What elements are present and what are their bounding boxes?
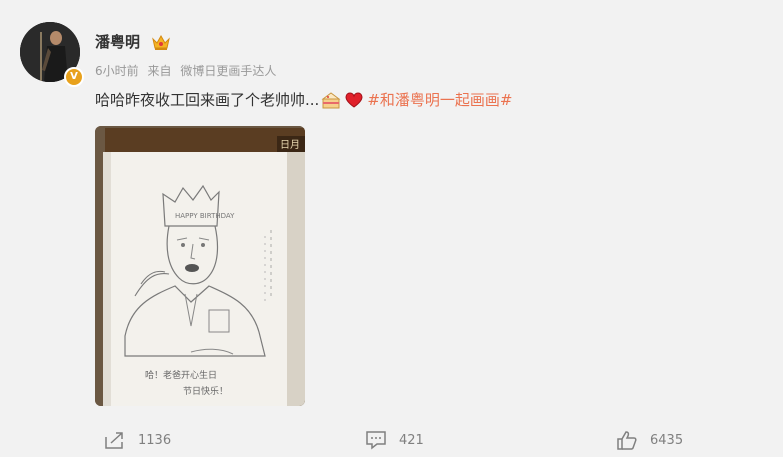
comment-count: 421 [399, 432, 424, 448]
like-button[interactable]: 6435 [616, 430, 683, 450]
sketch-caption-2: 节日快乐！ [183, 385, 228, 397]
post-body: 哈哈昨夜收工回来画了个老帅帅... [95, 91, 320, 109]
post-meta: 6小时前 来自 微博日更画手达人 [95, 62, 281, 79]
sketch-caption-1: 哈！老爸开心生日 [145, 369, 217, 381]
source-name[interactable]: 微博日更画手达人 [180, 64, 276, 78]
hashtag-link[interactable]: #和潘粤明一起画画# [367, 89, 512, 110]
thumbs-up-icon [617, 431, 637, 450]
repost-button[interactable]: 1136 [104, 430, 171, 450]
cake-icon [321, 91, 341, 108]
post-time[interactable]: 6小时前 [95, 64, 139, 78]
like-count: 6435 [650, 432, 684, 448]
author-name[interactable]: 潘粤明 [95, 31, 140, 52]
heart-icon [345, 91, 363, 108]
post-image[interactable]: 日月 HAPPY BIRTHDAY 哈！老爸开心生日 节日快乐！ [95, 126, 305, 406]
comment-icon [366, 431, 386, 450]
sketch-photo: 日月 HAPPY BIRTHDAY 哈！老爸开心生日 节日快乐！ [95, 126, 305, 406]
verified-badge-icon: V [64, 67, 84, 87]
repost-icon [105, 432, 123, 449]
svg-text:HAPPY BIRTHDAY: HAPPY BIRTHDAY [175, 212, 235, 220]
comment-button[interactable]: 421 [365, 430, 424, 450]
repost-count: 1136 [138, 432, 172, 448]
post-text: 哈哈昨夜收工回来画了个老帅帅... #和潘粤明一起画画# [95, 89, 512, 110]
notebook-label: 日月 [280, 139, 300, 151]
source-prefix: 来自 [147, 64, 172, 78]
crown-icon[interactable] [151, 33, 171, 51]
